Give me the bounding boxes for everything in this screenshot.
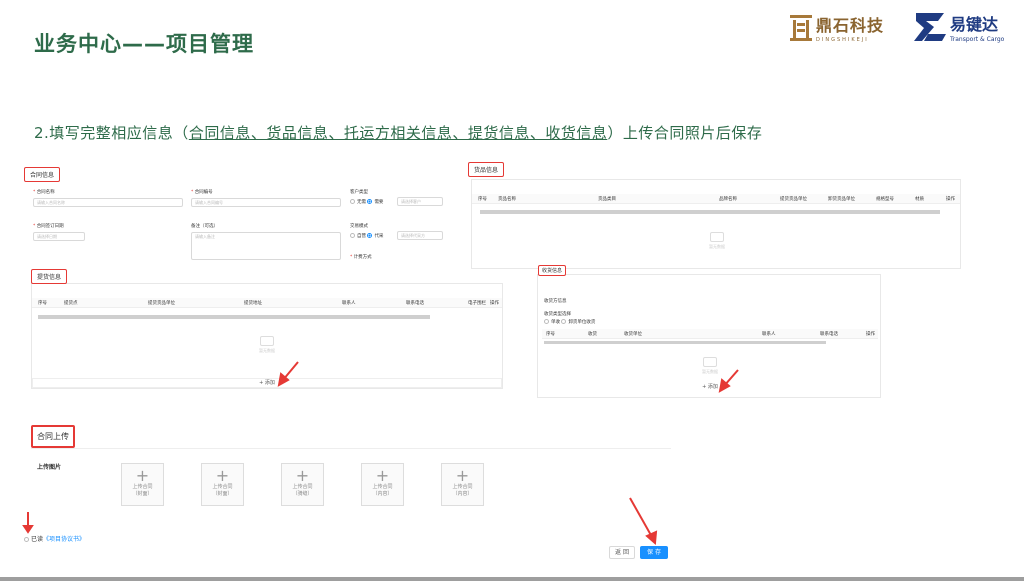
bottom-bar <box>0 577 1024 581</box>
annotation-arrows <box>22 361 739 546</box>
arrowhead-icon <box>22 525 34 534</box>
arrowhead-icon <box>645 530 658 546</box>
arrow-save-icon <box>629 497 653 538</box>
slide: 业务中心——项目管理 鼎石科技 DINGSHIKEJI 易键达 Transpor… <box>0 0 1024 581</box>
